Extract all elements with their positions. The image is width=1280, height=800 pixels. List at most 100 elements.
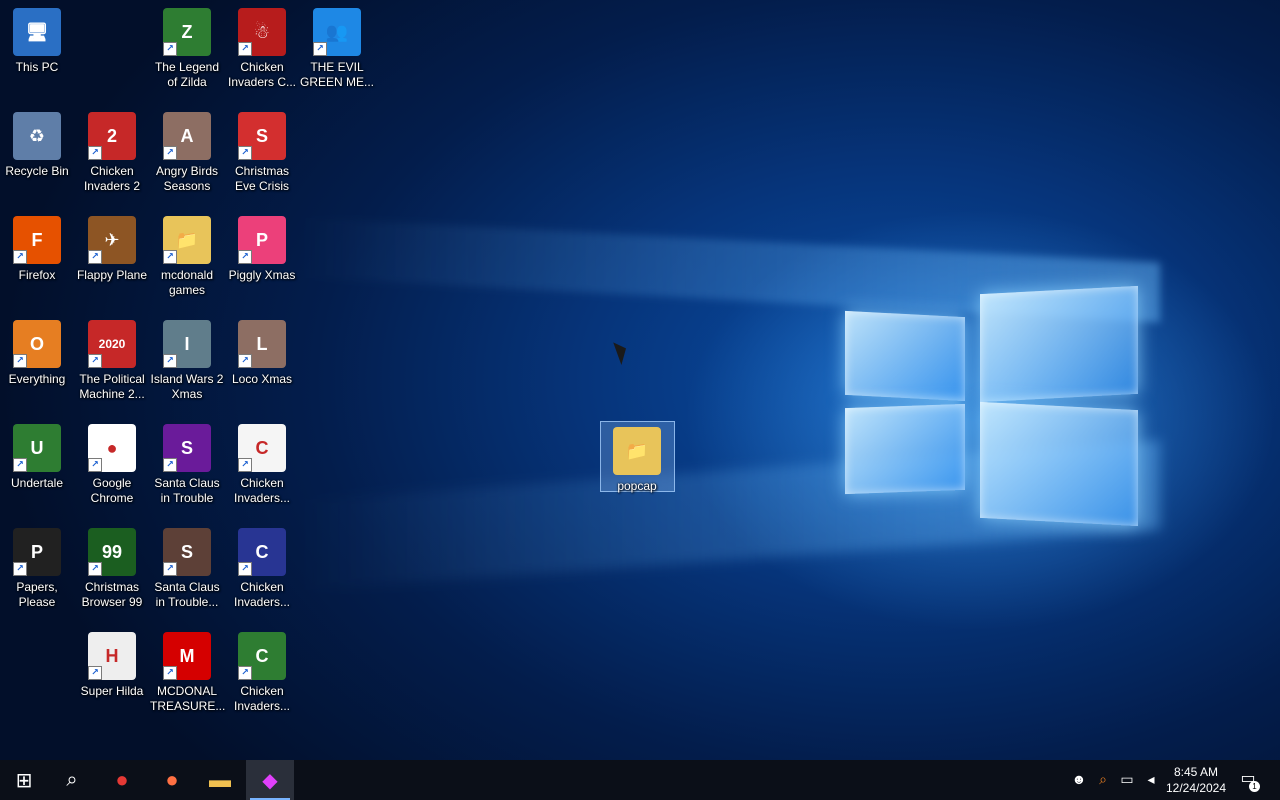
- shortcut-arrow-icon: ↗: [163, 666, 177, 680]
- desktop-icon[interactable]: ♻ Recycle Bin: [0, 106, 74, 179]
- volume-muted-icon[interactable]: ◂: [1142, 770, 1160, 788]
- action-center-button[interactable]: ▭ 1: [1236, 768, 1260, 792]
- desktop-icon[interactable]: O ↗ Everything: [0, 314, 74, 387]
- app-icon: O ↗: [13, 320, 61, 368]
- desktop-icon[interactable]: A ↗ Angry Birds Seasons: [150, 106, 224, 194]
- shortcut-arrow-icon: ↗: [238, 562, 252, 576]
- mouse-cursor-icon: [613, 339, 631, 365]
- shortcut-arrow-icon: ↗: [13, 354, 27, 368]
- shortcut-arrow-icon: ↗: [163, 250, 177, 264]
- desktop-icon[interactable]: 🖥 This PC: [0, 2, 74, 75]
- app-icon: S ↗: [163, 528, 211, 576]
- app-glyph: ☃: [253, 21, 271, 42]
- app-icon: 99 ↗: [88, 528, 136, 576]
- desktop-icon[interactable]: 2 ↗ Chicken Invaders 2: [75, 106, 149, 194]
- shortcut-arrow-icon: ↗: [238, 250, 252, 264]
- app-icon: ☃ ↗: [238, 8, 286, 56]
- tray-network-people-icon[interactable]: ☻: [1070, 770, 1088, 788]
- desktop-icon[interactable]: 📁 ↗ mcdonald games: [150, 210, 224, 298]
- desktop-icon-label: Chicken Invaders...: [233, 684, 291, 713]
- desktop-icon[interactable]: F ↗ Firefox: [0, 210, 74, 283]
- desktop-icon[interactable]: P ↗ Piggly Xmas: [225, 210, 299, 283]
- search-button[interactable]: ⌕: [48, 760, 96, 800]
- desktop-icon-label: mcdonald games: [160, 268, 214, 297]
- logo-pane: [980, 401, 1138, 527]
- app-icon: S ↗: [238, 112, 286, 160]
- app-icon: 🖥: [13, 8, 61, 56]
- app-glyph: P: [30, 541, 43, 562]
- desktop-icon-label: Chicken Invaders 2: [83, 164, 141, 193]
- taskbar-clock[interactable]: 8:45 AM 12/24/2024: [1160, 764, 1232, 796]
- desktop-icon-label: Everything: [8, 372, 66, 386]
- app-icon: A ↗: [163, 112, 211, 160]
- desktop-icon[interactable]: I ↗ Island Wars 2 Xmas: [150, 314, 224, 402]
- shortcut-arrow-icon: ↗: [313, 42, 327, 56]
- app-icon: P ↗: [13, 528, 61, 576]
- desktop-icon[interactable]: Z ↗ The Legend of Zilda: [150, 2, 224, 90]
- shortcut-arrow-icon: ↗: [238, 42, 252, 56]
- shortcut-arrow-icon: ↗: [238, 666, 252, 680]
- desktop-icon[interactable]: 👥 ↗ THE EVIL GREEN ME...: [300, 2, 374, 90]
- desktop-icon-popcap[interactable]: 📁 popcap: [600, 421, 674, 494]
- tray-everything-icon[interactable]: ⌕: [1094, 770, 1112, 788]
- app-glyph: 🖥: [25, 21, 49, 42]
- desktop-icon[interactable]: M ↗ MCDONAL TREASURE...: [150, 626, 226, 714]
- desktop-icon[interactable]: C ↗ Chicken Invaders...: [225, 522, 299, 610]
- desktop-icon[interactable]: ✈ ↗ Flappy Plane: [75, 210, 149, 283]
- desktop-icon[interactable]: 99 ↗ Christmas Browser 99: [75, 522, 149, 610]
- desktop-icon[interactable]: C ↗ Chicken Invaders...: [225, 418, 299, 506]
- desktop-icon[interactable]: S ↗ Santa Claus in Trouble: [150, 418, 224, 506]
- desktop-icon[interactable]: C ↗ Chicken Invaders...: [225, 626, 299, 714]
- folder-icon: ▬: [209, 767, 231, 792]
- taskbar-app-chrome[interactable]: ●: [98, 760, 146, 800]
- app-glyph: A: [180, 125, 194, 146]
- desktop-icon-label: MCDONAL TREASURE...: [150, 684, 226, 713]
- desktop-icon[interactable]: U ↗ Undertale: [0, 418, 74, 491]
- chrome-icon: ●: [115, 767, 129, 792]
- desktop[interactable]: 🖥 This PC Z ↗ The Legend of Zilda ☃ ↗ Chicken I…: [0, 0, 1280, 760]
- app-icon: C ↗: [238, 528, 286, 576]
- desktop-icon[interactable]: H ↗ Super Hilda: [75, 626, 149, 699]
- app-icon: P ↗: [238, 216, 286, 264]
- app-glyph: 2: [106, 125, 117, 146]
- folder-icon: 📁: [613, 427, 661, 475]
- taskbar-app-file-explorer[interactable]: ▬: [196, 760, 244, 800]
- app-glyph: P: [255, 229, 268, 250]
- app-icon: M ↗: [163, 632, 211, 680]
- desktop-icon[interactable]: S ↗ Christmas Eve Crisis: [225, 106, 299, 194]
- shortcut-arrow-icon: ↗: [163, 562, 177, 576]
- firefox-icon: ●: [165, 767, 179, 792]
- app-icon: Z ↗: [163, 8, 211, 56]
- shortcut-arrow-icon: ↗: [88, 562, 102, 576]
- app-icon: 👥 ↗: [313, 8, 361, 56]
- app-icon: ● ↗: [88, 424, 136, 472]
- logo-pane: [845, 403, 965, 495]
- app-icon: 📁 ↗: [163, 216, 211, 264]
- desktop-icon[interactable]: ☃ ↗ Chicken Invaders C...: [225, 2, 299, 90]
- desktop-icon-label: popcap: [617, 479, 657, 493]
- desktop-icon[interactable]: ● ↗ Google Chrome: [75, 418, 149, 506]
- app-glyph: S: [180, 437, 193, 458]
- desktop-icon[interactable]: 2020 ↗ The Political Machine 2...: [75, 314, 149, 402]
- notification-count-badge: 1: [1249, 781, 1260, 792]
- start-button[interactable]: ⊞: [0, 760, 48, 800]
- app-icon: C ↗: [238, 424, 286, 472]
- app-glyph: L: [256, 333, 268, 354]
- desktop-icon[interactable]: S ↗ Santa Claus in Trouble...: [150, 522, 224, 610]
- desktop-icon-label: The Political Machine 2...: [79, 372, 145, 401]
- app-glyph: S: [180, 541, 193, 562]
- windows-start-icon: ⊞: [15, 769, 33, 792]
- desktop-icon-label: THE EVIL GREEN ME...: [300, 60, 375, 89]
- desktop-icon-label: Christmas Eve Crisis: [234, 164, 289, 193]
- clock-date: 12/24/2024: [1165, 781, 1227, 795]
- shortcut-arrow-icon: ↗: [88, 250, 102, 264]
- network-icon[interactable]: ▭: [1118, 770, 1136, 788]
- app-glyph: M: [179, 645, 195, 666]
- windows-logo-wallpaper: [840, 280, 1140, 530]
- app-glyph: F: [31, 229, 43, 250]
- taskbar-app-firefox[interactable]: ●: [148, 760, 196, 800]
- desktop-icon[interactable]: L ↗ Loco Xmas: [225, 314, 299, 387]
- taskbar-app-running[interactable]: ◆: [246, 760, 294, 800]
- app-glyph: 📁: [175, 229, 199, 250]
- desktop-icon[interactable]: P ↗ Papers, Please: [0, 522, 74, 610]
